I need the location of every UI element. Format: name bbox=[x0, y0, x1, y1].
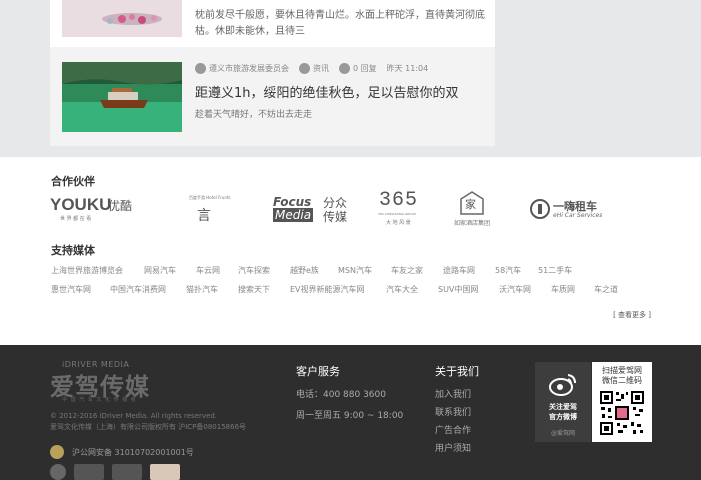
certification-badges bbox=[50, 464, 180, 480]
media-row: 上海世界旅游博览会 网易汽车 车云网 汽车探索 越野e族 MSN汽车 车友之家 … bbox=[51, 265, 651, 277]
about-link-contact[interactable]: 联系我们 bbox=[435, 405, 471, 418]
media-row: 惠世汽车网 中国汽车消费网 猫扑汽车 搜索天下 EV视界新能源汽车网 汽车大全 … bbox=[51, 284, 651, 296]
rujia-logo[interactable]: 家 如家酒店集团 bbox=[452, 187, 512, 231]
weibo-follow[interactable]: 关注爱驾 官方微博 @爱驾网 bbox=[535, 362, 591, 442]
media-link[interactable]: 车之道 bbox=[594, 284, 618, 295]
weibo-text: 关注爱驾 官方微博 bbox=[549, 403, 577, 421]
article-subtitle: 趁着天气晴好，不妨出去走走 bbox=[195, 110, 313, 120]
certification-badge-icon[interactable] bbox=[50, 464, 66, 480]
article-source[interactable]: 遵义市旅游发展委员会 bbox=[209, 63, 289, 74]
focus-media-logo[interactable]: Focus Media 分众传媒 bbox=[271, 187, 356, 231]
about-link-ads[interactable]: 广告合作 bbox=[435, 423, 471, 436]
media-link[interactable]: 车云网 bbox=[196, 265, 220, 276]
copyright-line: © 2012-2016 iDriver Media. All rights re… bbox=[50, 412, 217, 420]
article-item[interactable]: 枕前发尽千般愿，要休且待青山烂。水面上秤砣浮，直待黄河彻底枯。休即未能休，且待三 bbox=[50, 0, 495, 47]
weibo-icon bbox=[549, 374, 576, 396]
media-link[interactable]: 猫扑汽车 bbox=[186, 284, 218, 295]
media-link[interactable]: 惠世汽车网 bbox=[51, 284, 91, 295]
media-link[interactable]: 越野e族 bbox=[290, 265, 319, 276]
police-emblem-icon bbox=[50, 445, 64, 459]
article-excerpt: 枕前发尽千般愿，要休且待青山烂。水面上秤砣浮，直待黄河彻底枯。休即未能休，且待三 bbox=[195, 10, 485, 37]
article-list: 枕前发尽千般愿，要休且待青山烂。水面上秤砣浮，直待黄河彻底枯。休即未能休，且待三… bbox=[50, 0, 495, 146]
media-title: 支持媒体 bbox=[51, 244, 95, 257]
tag-icon bbox=[299, 62, 310, 74]
copyright-line: 爱驾文化传媒（上海）有限公司版权所有 沪ICP备08015866号 bbox=[50, 423, 247, 431]
partners-section: 合作伙伴 YOUKU 优酷 世 界 都 在 看 百度手游 Hotel Frunt… bbox=[0, 157, 701, 345]
article-thumbnail[interactable] bbox=[62, 0, 182, 37]
media-link[interactable]: 途路车网 bbox=[443, 265, 475, 276]
media-link[interactable]: 沃汽车网 bbox=[499, 284, 531, 295]
site-footer: iDRIVER MEDIA 爱驾传媒 中 国 汽 车 文 化 传 播 者 © 2… bbox=[0, 345, 701, 480]
media-link[interactable]: MSN汽车 bbox=[338, 265, 372, 276]
copyright: © 2012-2016 iDriver Media. All rights re… bbox=[50, 411, 280, 433]
media-link[interactable]: 车质网 bbox=[551, 284, 575, 295]
certification-badge-icon[interactable] bbox=[112, 464, 142, 480]
article-category[interactable]: 资讯 bbox=[313, 63, 329, 74]
media-link[interactable]: 51二手车 bbox=[538, 265, 572, 276]
media-link[interactable]: EV视界新能源汽车网 bbox=[290, 284, 365, 295]
article-title[interactable]: 距遵义1h，绥阳的绝佳秋色，足以告慰你的双 bbox=[195, 82, 459, 101]
media-link[interactable]: 58汽车 bbox=[495, 265, 521, 276]
media-link[interactable]: SUV中国网 bbox=[438, 284, 478, 295]
about-us-title: 关于我们 bbox=[435, 365, 479, 378]
365-consulting-logo[interactable]: 365 365 CONSULTING GROUP 大 地 风 景 bbox=[376, 187, 436, 231]
hotel-seal-logo[interactable]: 百度手游 Hotel Frunts 言 bbox=[185, 187, 235, 231]
certification-badge-icon[interactable] bbox=[150, 464, 180, 480]
media-link[interactable]: 中国汽车消费网 bbox=[110, 284, 166, 295]
certification-badge-icon[interactable] bbox=[74, 464, 104, 480]
author-avatar-icon bbox=[195, 62, 206, 74]
footer-brand-slogan: 中 国 汽 车 文 化 传 播 者 bbox=[62, 397, 137, 403]
media-link[interactable]: 搜索天下 bbox=[238, 284, 270, 295]
ehi-logo[interactable]: 一嗨租车 eHi Car Services bbox=[530, 187, 620, 231]
customer-service-title: 客户服务 bbox=[296, 365, 340, 378]
weibo-handle: @爱驾网 bbox=[550, 430, 575, 437]
qr-title: 扫描爱驾网 微信二维码 bbox=[602, 366, 642, 385]
view-more-link[interactable]: [ 查看更多 ] bbox=[613, 310, 651, 320]
media-link[interactable]: 车友之家 bbox=[391, 265, 423, 276]
qr-code-icon bbox=[599, 390, 645, 436]
media-link[interactable]: 上海世界旅游博览会 bbox=[51, 265, 123, 276]
article-comments[interactable]: 0 回复 bbox=[353, 63, 377, 74]
article-thumbnail[interactable] bbox=[62, 62, 182, 132]
media-link[interactable]: 汽车探索 bbox=[238, 265, 270, 276]
police-record[interactable]: 沪公网安备 31010702001001号 bbox=[50, 445, 194, 459]
police-record-text: 沪公网安备 31010702001001号 bbox=[72, 447, 194, 457]
article-meta: 遵义市旅游发展委员会 资讯 0 回复 昨天 11:04 bbox=[195, 61, 428, 75]
about-link-terms[interactable]: 用户须知 bbox=[435, 441, 471, 454]
comment-icon bbox=[339, 62, 350, 74]
media-link[interactable]: 汽车大全 bbox=[386, 284, 418, 295]
article-item[interactable]: 遵义市旅游发展委员会 资讯 0 回复 昨天 11:04 距遵义1h，绥阳的绝佳秋… bbox=[50, 50, 495, 146]
service-phone: 电话：400 880 3600 bbox=[296, 390, 386, 400]
media-link[interactable]: 网易汽车 bbox=[144, 265, 176, 276]
wechat-qr: 扫描爱驾网 微信二维码 bbox=[592, 362, 652, 442]
about-link-join[interactable]: 加入我们 bbox=[435, 387, 471, 400]
article-time: 昨天 11:04 bbox=[386, 63, 429, 73]
service-hours: 周一至周五 9:00 ~ 18:00 bbox=[296, 411, 404, 421]
youku-logo[interactable]: YOUKU 优酷 世 界 都 在 看 bbox=[50, 187, 140, 231]
partner-logos: YOUKU 优酷 世 界 都 在 看 百度手游 Hotel Frunts 言 F… bbox=[50, 187, 630, 231]
